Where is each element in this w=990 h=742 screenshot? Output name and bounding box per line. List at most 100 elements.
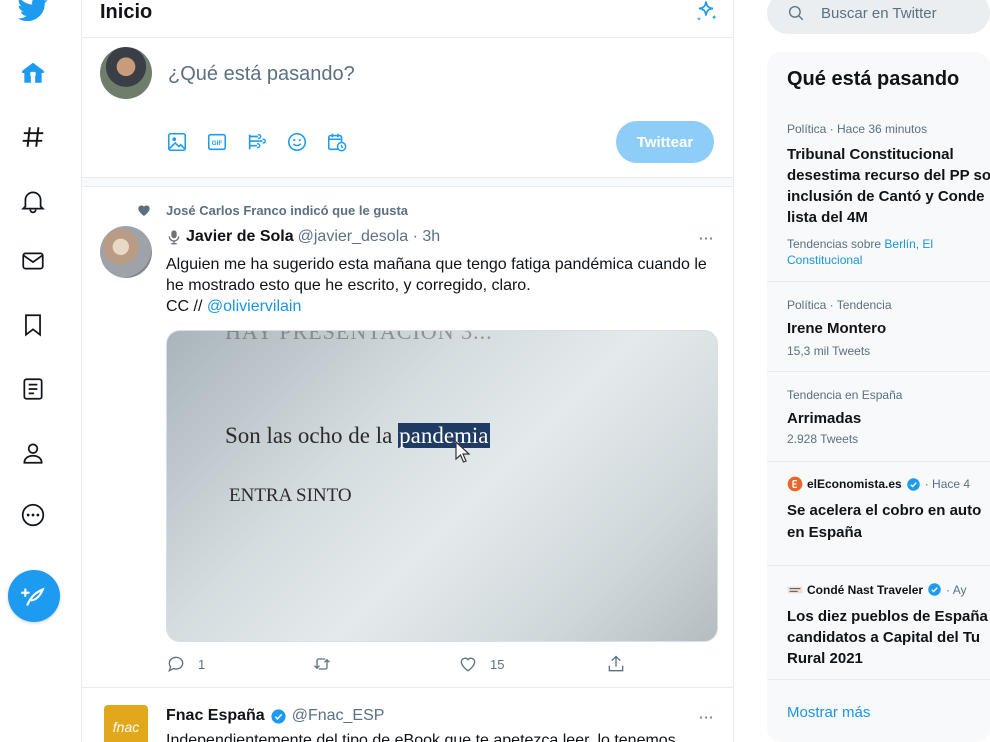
list-icon[interactable] bbox=[10, 366, 56, 412]
share-icon bbox=[606, 654, 626, 674]
bookmark-icon[interactable] bbox=[10, 302, 56, 348]
verified-badge-icon bbox=[270, 708, 287, 725]
photo-line-1: Son las ocho de la pandemia bbox=[225, 423, 490, 449]
tweet[interactable]: José Carlos Franco indicó que le gusta J… bbox=[82, 188, 733, 688]
trends-panel: Qué está pasando Política · Hace 36 minu… bbox=[767, 52, 990, 742]
retweet-button[interactable] bbox=[312, 654, 344, 674]
social-context: José Carlos Franco indicó que le gusta bbox=[136, 202, 408, 218]
verified-badge-icon bbox=[906, 477, 921, 492]
trend-tweet-count: 15,3 mil Tweets bbox=[787, 344, 871, 358]
page-title: Inicio bbox=[100, 1, 153, 23]
news-title-line: Los diez pueblos de España bbox=[787, 608, 988, 625]
feather-plus-icon bbox=[21, 583, 47, 609]
news-source-name: elEconomista.es bbox=[807, 477, 902, 491]
tweet-text: Independientemente del tipo de eBook que… bbox=[166, 732, 676, 742]
mention-link[interactable]: @oliviervilain bbox=[207, 298, 302, 315]
retweet-icon bbox=[312, 654, 332, 674]
hashtag-icon[interactable] bbox=[10, 114, 56, 160]
tweet-handle[interactable]: @Fnac_ESP bbox=[292, 707, 385, 725]
tweet-actions: 1 15 bbox=[166, 654, 718, 678]
tweet-image[interactable]: HAY PRESENTACIÓN 3... Son las ocho de la… bbox=[166, 330, 718, 642]
news-source-logo-icon bbox=[787, 584, 803, 596]
photo-screen: HAY PRESENTACIÓN 3... Son las ocho de la… bbox=[179, 331, 717, 641]
main-timeline: Inicio ¿Qué está pasando? GIF Twittear J… bbox=[82, 0, 734, 742]
tweet-text-line: he mostrado esto que he escrito, y corre… bbox=[166, 277, 531, 294]
trends-title: Qué está pasando bbox=[787, 68, 960, 90]
social-context-text[interactable]: José Carlos Franco indicó que le gusta bbox=[166, 203, 408, 218]
photo-line-2: ENTRA SINTO bbox=[229, 485, 352, 506]
image-icon[interactable] bbox=[166, 131, 188, 153]
share-button[interactable] bbox=[606, 654, 626, 674]
tweet-author-name[interactable]: Javier de Sola bbox=[186, 228, 294, 246]
trend-related-prefix: Tendencias sobre bbox=[787, 237, 885, 251]
profile-icon[interactable] bbox=[10, 430, 56, 476]
mail-icon[interactable] bbox=[10, 238, 56, 284]
avatar[interactable] bbox=[100, 47, 152, 99]
news-source-logo-icon bbox=[787, 476, 803, 492]
verified-badge-icon bbox=[927, 582, 942, 597]
trend-related-link[interactable]: Constitucional bbox=[787, 253, 862, 267]
tweet-text: Alguien me ha sugerido esta mañana que t… bbox=[166, 254, 722, 317]
fnac-logo-text: fnac bbox=[112, 719, 140, 735]
section-divider bbox=[82, 177, 733, 187]
trend-meta: Tendencia en España bbox=[787, 388, 903, 402]
tweet-composer: ¿Qué está pasando? GIF Twittear bbox=[82, 39, 733, 177]
reply-icon bbox=[166, 654, 186, 674]
composer-toolbar: GIF bbox=[166, 131, 348, 155]
trend-item[interactable]: Tendencia en España Arrimadas 2.928 Twee… bbox=[767, 372, 990, 462]
tweet-header: Javier de Sola @javier_desola · 3h bbox=[166, 228, 440, 246]
text-cursor-icon bbox=[454, 441, 472, 463]
tweet-button[interactable]: Twittear bbox=[616, 121, 714, 163]
trend-item[interactable]: Política · Tendencia Irene Montero 15,3 … bbox=[767, 282, 990, 372]
schedule-icon[interactable] bbox=[326, 131, 348, 153]
news-time: · Hace 4 bbox=[924, 477, 971, 491]
trend-meta: Política · Hace 36 minutos bbox=[787, 122, 928, 136]
news-source: elEconomista.es · Hace 4 bbox=[787, 476, 970, 492]
tweet[interactable]: fnac Fnac España @Fnac_ESP ··· Independi… bbox=[82, 689, 733, 742]
more-circle-icon[interactable] bbox=[10, 492, 56, 538]
compose-input[interactable]: ¿Qué está pasando? bbox=[168, 63, 355, 86]
avatar[interactable]: fnac bbox=[104, 705, 148, 742]
cc-prefix: CC // bbox=[166, 298, 207, 315]
show-more-link[interactable]: Mostrar más bbox=[787, 704, 870, 721]
poll-icon[interactable] bbox=[246, 131, 268, 153]
more-options-icon[interactable]: ··· bbox=[694, 707, 718, 727]
more-options-icon[interactable]: ··· bbox=[694, 228, 718, 248]
trend-title-line: desestima recurso del PP so bbox=[787, 167, 990, 184]
home-icon[interactable] bbox=[10, 50, 56, 96]
trend-related: Tendencias sobre Berlín, El Constitucion… bbox=[787, 236, 933, 268]
reply-count: 1 bbox=[198, 656, 206, 672]
tweet-text-line: Alguien me ha sugerido esta mañana que t… bbox=[166, 256, 707, 273]
tweet-handle-time[interactable]: @javier_desola · 3h bbox=[298, 228, 441, 246]
reply-button[interactable]: 1 bbox=[166, 654, 205, 674]
avatar[interactable] bbox=[100, 226, 152, 278]
microphone-icon bbox=[166, 228, 182, 246]
sparkle-icon[interactable] bbox=[692, 0, 720, 26]
left-navigation bbox=[0, 0, 82, 742]
trend-item[interactable]: Política · Hace 36 minutos Tribunal Cons… bbox=[767, 108, 990, 282]
emoji-icon[interactable] bbox=[286, 131, 308, 153]
trend-title: Irene Montero bbox=[787, 320, 887, 337]
news-item[interactable]: elEconomista.es · Hace 4 Se acelera el c… bbox=[767, 462, 990, 566]
trend-related-link[interactable]: Berlín, El bbox=[884, 237, 933, 251]
heart-icon bbox=[458, 654, 478, 674]
heart-filled-icon bbox=[136, 202, 152, 218]
news-title-line: Se acelera el cobro en auto bbox=[787, 502, 982, 519]
photo-top-text: HAY PRESENTACIÓN 3... bbox=[225, 330, 493, 344]
tweet-header: Fnac España @Fnac_ESP bbox=[166, 707, 384, 725]
compose-tweet-button[interactable] bbox=[8, 570, 60, 622]
trend-title-line: lista del 4M bbox=[787, 209, 868, 226]
like-button[interactable]: 15 bbox=[458, 654, 504, 674]
twitter-logo-icon[interactable] bbox=[10, 0, 56, 32]
bell-icon[interactable] bbox=[10, 178, 56, 224]
photo-highlighted-word: pandemia bbox=[398, 423, 490, 448]
news-item[interactable]: Condé Nast Traveler · Ay Los diez pueblo… bbox=[767, 566, 990, 680]
news-title-line: Rural 2021 bbox=[787, 650, 863, 667]
trend-meta: Política · Tendencia bbox=[787, 298, 892, 312]
trend-tweet-count: 2.928 Tweets bbox=[787, 432, 859, 446]
timeline-header: Inicio bbox=[82, 0, 733, 38]
gif-icon[interactable]: GIF bbox=[206, 131, 228, 153]
search-input[interactable]: Buscar en Twitter bbox=[767, 0, 990, 34]
news-title-line: candidatos a Capital del Tu bbox=[787, 629, 981, 646]
tweet-author-name[interactable]: Fnac España bbox=[166, 707, 265, 725]
